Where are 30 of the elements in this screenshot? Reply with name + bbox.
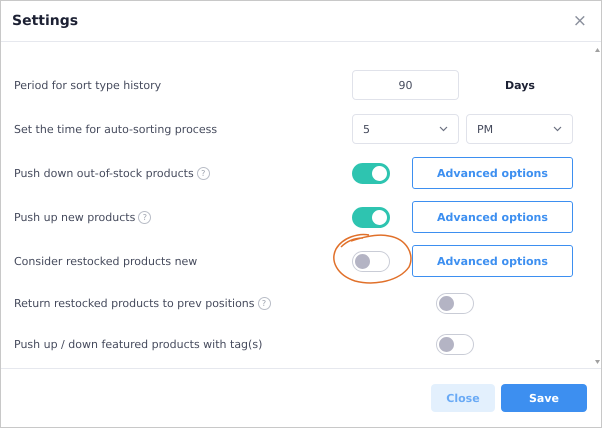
toggle-switch[interactable]: [436, 293, 474, 314]
setting-label: Push down out-of-stock products: [14, 166, 194, 180]
period-select[interactable]: PM: [466, 114, 573, 144]
toggle-switch[interactable]: [352, 250, 390, 272]
dialog-title: Settings: [12, 13, 78, 29]
toggle-switch[interactable]: [436, 334, 474, 355]
save-button[interactable]: Save: [501, 384, 587, 412]
chevron-down-icon: [439, 126, 448, 132]
setting-label: Return restocked products to prev positions: [14, 297, 255, 310]
setting-label: Period for sort type history: [14, 78, 162, 92]
advanced-options-button[interactable]: Advanced options: [412, 201, 573, 233]
advanced-options-button[interactable]: Advanced options: [412, 157, 573, 189]
setting-label: Consider restocked products new: [14, 254, 198, 268]
help-icon[interactable]: ?: [196, 166, 210, 180]
scroll-up-icon[interactable]: [594, 48, 600, 52]
unit-label: Days: [505, 78, 535, 92]
number-field[interactable]: 90: [352, 70, 459, 100]
close-button[interactable]: ×: [568, 11, 591, 31]
toggle-switch[interactable]: [352, 206, 390, 228]
setting-label: Push up new products: [14, 210, 136, 224]
setting-label: Set the time for auto-sorting process: [14, 122, 218, 136]
setting-label: Push up / down featured products with tag(s): [14, 338, 262, 351]
scroll-down-icon[interactable]: [594, 360, 600, 364]
hour-select[interactable]: 5: [352, 114, 459, 144]
help-icon[interactable]: ?: [138, 210, 152, 224]
chevron-down-icon: [553, 126, 562, 132]
help-icon[interactable]: ?: [258, 297, 271, 310]
advanced-options-button[interactable]: Advanced options: [412, 245, 573, 277]
toggle-switch[interactable]: [352, 162, 390, 184]
close-button[interactable]: Close: [431, 384, 495, 412]
